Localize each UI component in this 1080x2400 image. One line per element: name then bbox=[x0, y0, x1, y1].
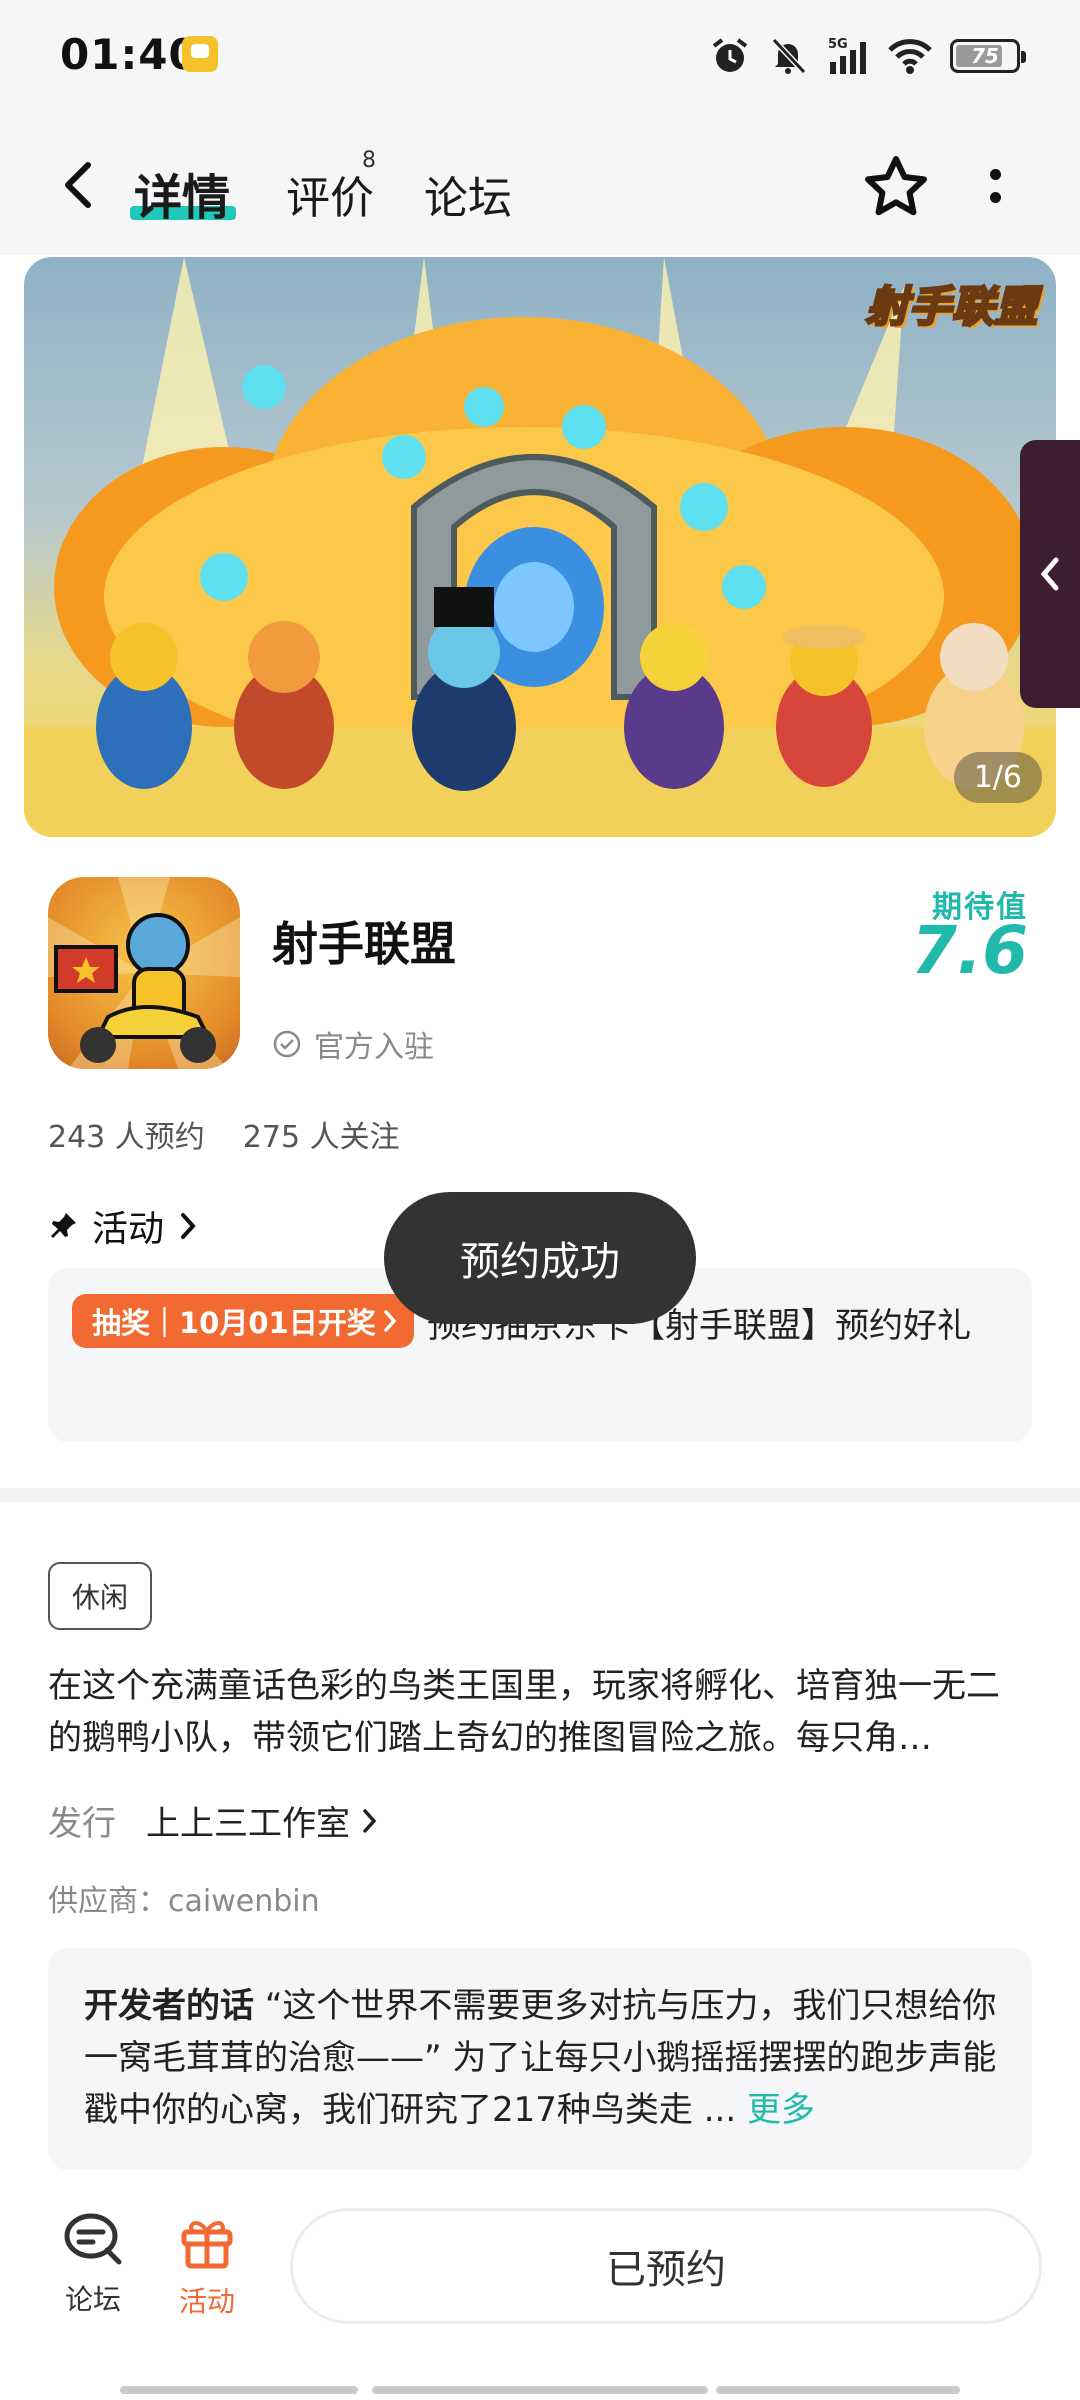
top-nav: 详情 评价 8 论坛 bbox=[0, 120, 1080, 255]
chevron-left-icon bbox=[1040, 557, 1059, 591]
signal-5g-icon: 5G bbox=[828, 37, 866, 74]
chevron-right-icon bbox=[383, 1310, 397, 1332]
favorite-button[interactable] bbox=[858, 148, 934, 224]
tab-forum[interactable]: 论坛 bbox=[424, 162, 512, 226]
status-time: 01:40 bbox=[60, 30, 199, 79]
home-indicator-segment bbox=[716, 2386, 960, 2394]
activity-title: 活动 bbox=[92, 1209, 165, 1250]
check-circle-icon bbox=[273, 1030, 301, 1058]
mute-bell-icon bbox=[771, 37, 807, 75]
alarm-icon bbox=[712, 38, 748, 72]
official-verified: 官方入驻 bbox=[272, 1022, 434, 1066]
supplier-info: 供应商：caiwenbin bbox=[48, 1884, 320, 1919]
pin-icon bbox=[51, 1213, 76, 1238]
genre-tag[interactable]: 休闲 bbox=[48, 1562, 153, 1630]
carousel-counter: 1/6 bbox=[953, 752, 1042, 803]
more-options-button[interactable] bbox=[970, 148, 1020, 224]
battery-icon: 75 bbox=[950, 39, 1026, 73]
publisher-row[interactable]: 发行 上上三工作室 bbox=[48, 1796, 378, 1845]
tab-reviews[interactable]: 评价 bbox=[286, 162, 374, 226]
app-name: 射手联盟 bbox=[272, 917, 456, 971]
forum-chat-icon bbox=[64, 2213, 122, 2265]
home-indicator bbox=[120, 2386, 358, 2394]
game-logo: 射手联盟 bbox=[864, 281, 1038, 333]
reservations-count: 243 人预约 bbox=[48, 1120, 205, 1155]
chevron-right-icon bbox=[363, 1808, 377, 1833]
developer-note-card[interactable]: 开发者的话 “这个世界不需要更多对抗与压力，我们只想给你一窝毛茸茸的治愈——” … bbox=[48, 1948, 1032, 2170]
home-indicator-segment bbox=[372, 2386, 708, 2394]
expectation-score: 7.6 bbox=[911, 912, 1028, 989]
forum-nav-button[interactable]: 论坛 bbox=[38, 2212, 148, 2318]
followers-count: 275 人关注 bbox=[242, 1120, 400, 1155]
publisher-label: 发行 bbox=[48, 1804, 116, 1844]
developer-note-label: 开发者的话 bbox=[84, 1986, 254, 2026]
app-stats: 243 人预约 275 人关注 bbox=[48, 1112, 400, 1156]
wifi-icon bbox=[888, 39, 932, 74]
gift-icon bbox=[181, 2221, 233, 2269]
banner-artwork bbox=[24, 257, 1056, 837]
screenshot-carousel[interactable]: 射手联盟 1/6 bbox=[24, 257, 1056, 837]
more-link[interactable]: 更多 bbox=[747, 2090, 815, 2130]
svg-text:5G: 5G bbox=[828, 37, 848, 52]
forum-nav-label: 论坛 bbox=[64, 2283, 121, 2316]
activity-section-header[interactable]: 活动 bbox=[48, 1200, 198, 1252]
status-icons: 5G 75 bbox=[710, 36, 1026, 76]
tab-details[interactable]: 详情 bbox=[134, 158, 230, 228]
more-dots-icon bbox=[989, 169, 1001, 180]
lottery-tag-label: 抽奖｜10月01日开奖 bbox=[92, 1306, 376, 1340]
publisher-link[interactable]: 上上三工作室 bbox=[146, 1796, 378, 1845]
back-button[interactable] bbox=[48, 150, 108, 220]
verified-label: 官方入驻 bbox=[314, 1030, 434, 1065]
developer-note: 开发者的话 “这个世界不需要更多对抗与压力，我们只想给你一窝毛茸茸的治愈——” … bbox=[84, 1980, 1004, 2136]
bottom-action-bar: 论坛 活动 已预约 bbox=[0, 2190, 1080, 2350]
reviews-count-badge: 8 bbox=[362, 148, 376, 173]
lottery-tag[interactable]: 抽奖｜10月01日开奖 bbox=[72, 1294, 414, 1348]
section-divider bbox=[0, 1488, 1080, 1502]
game-description[interactable]: 在这个充满童话色彩的鸟类王国里，玩家将孵化、培育独一无二的鹅鸭小队，带领它们踏上… bbox=[48, 1660, 1032, 1764]
star-icon bbox=[865, 156, 927, 216]
chevron-right-icon bbox=[181, 1213, 196, 1239]
side-panel-handle[interactable] bbox=[1020, 440, 1080, 708]
publisher-name: 上上三工作室 bbox=[146, 1804, 350, 1844]
activity-nav-label: 活动 bbox=[178, 2285, 235, 2318]
status-bar: 01:40 5G 75 bbox=[0, 0, 1080, 120]
activity-nav-button[interactable]: 活动 bbox=[152, 2212, 262, 2320]
app-icon bbox=[48, 877, 240, 1069]
notification-app-icon bbox=[182, 36, 218, 72]
toast-message: 预约成功 bbox=[384, 1192, 696, 1324]
reserved-button[interactable]: 已预约 bbox=[290, 2208, 1042, 2324]
chevron-left-icon bbox=[65, 162, 91, 208]
